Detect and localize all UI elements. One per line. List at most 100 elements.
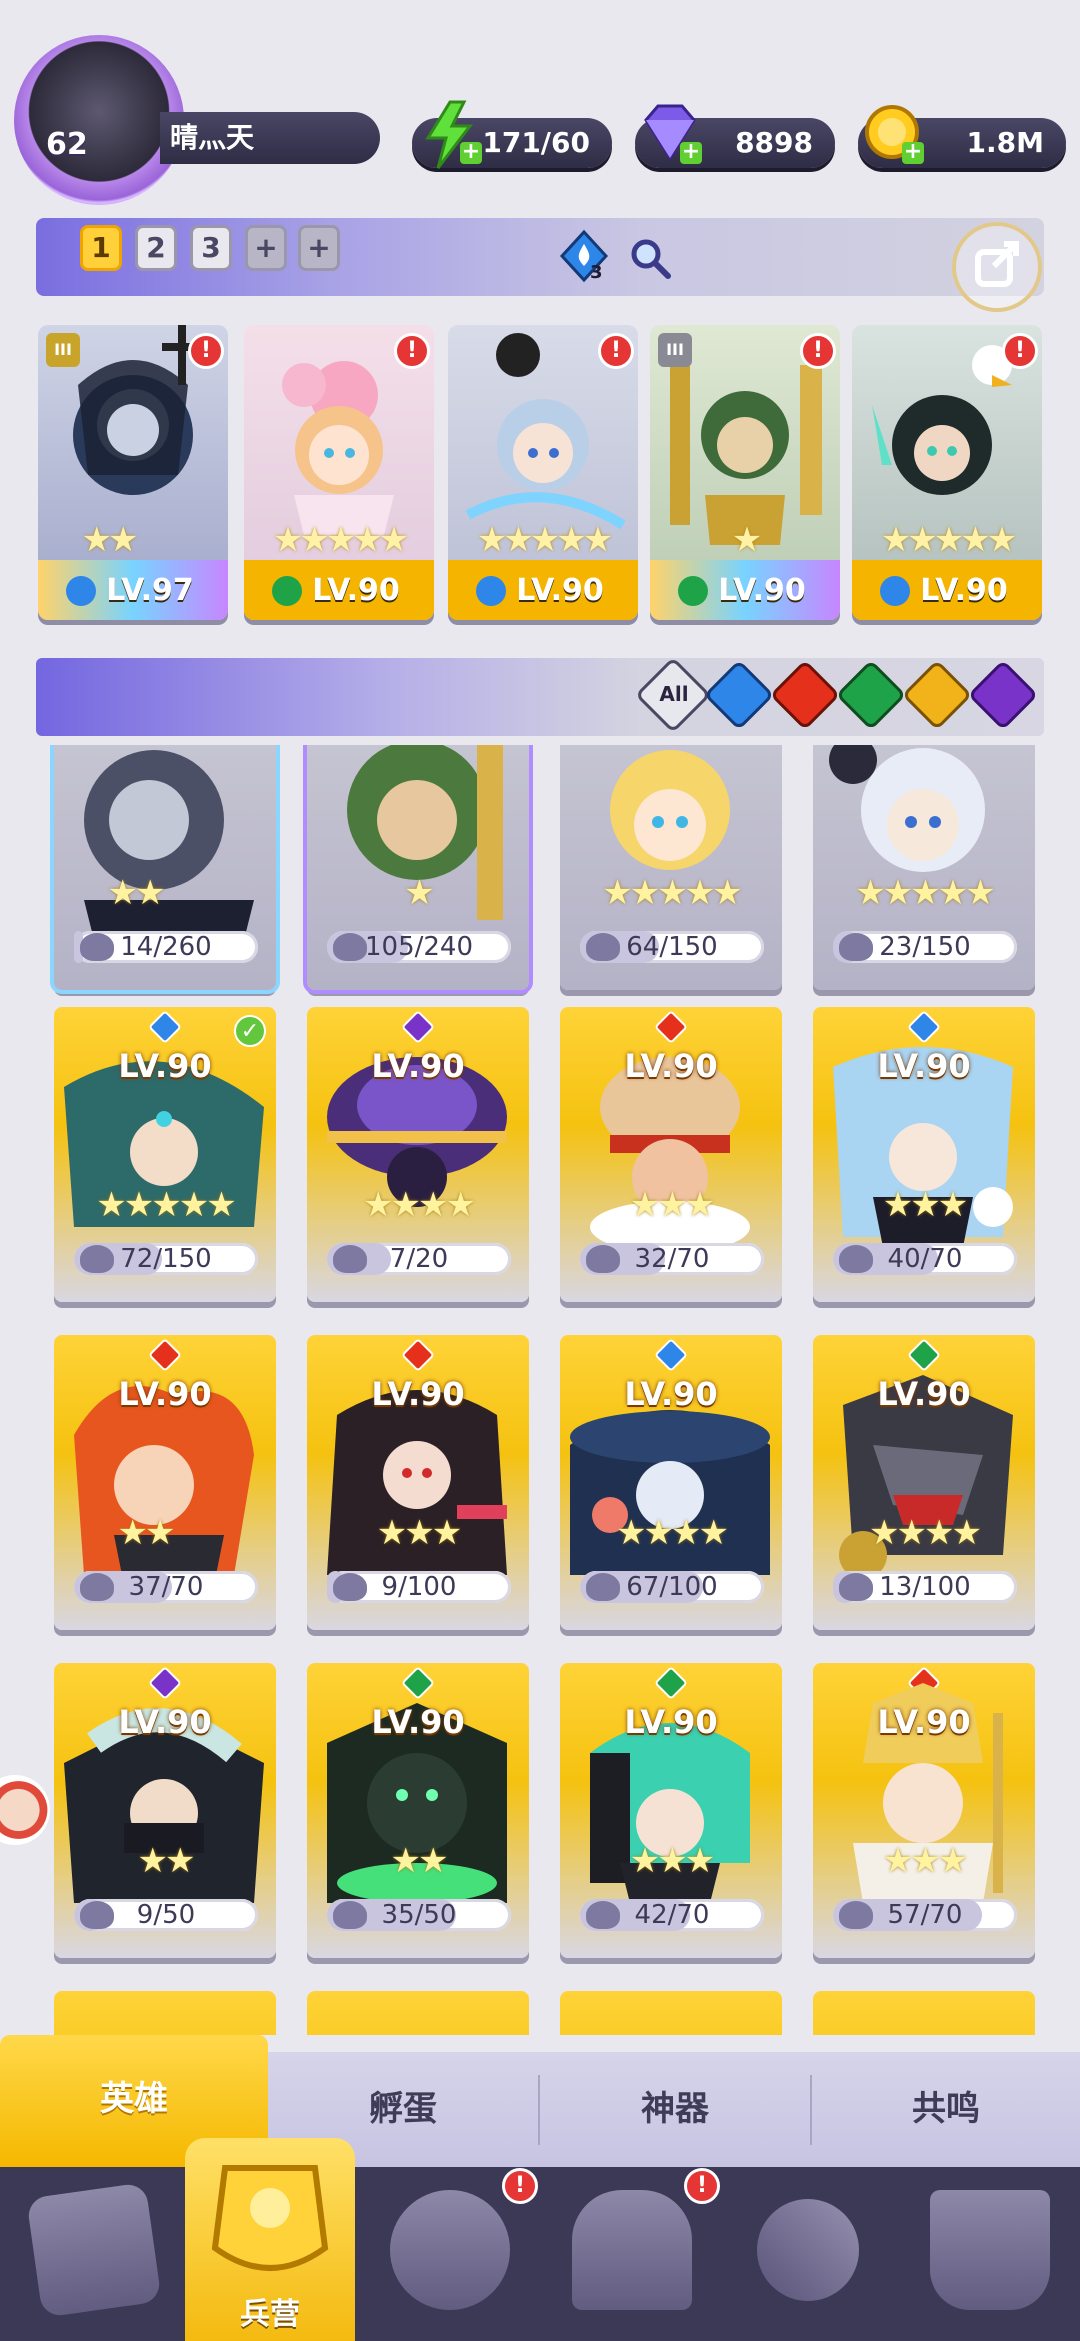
level-banner: LV.90 — [448, 560, 638, 620]
team-tab-add-1[interactable]: + — [245, 225, 287, 271]
tab-resonance[interactable]: 共鸣 — [812, 2052, 1080, 2167]
castle-nav-icon[interactable] — [572, 2190, 692, 2310]
hero-card[interactable]: ★★★★★ 23/150 — [813, 745, 1035, 990]
cards-nav-icon[interactable] — [26, 2182, 162, 2318]
shard-progress: 67/100 — [580, 1571, 764, 1603]
filter-count: 3 — [590, 262, 603, 283]
hero-card[interactable]: LV.90 ★★ 37/70 — [54, 1335, 276, 1630]
hero-card[interactable]: LV.90 ★★★ 9/100 — [307, 1335, 529, 1630]
team-tab-1[interactable]: 1 — [80, 225, 122, 271]
hero-card[interactable]: LV.90 ★★★★ 13/100 — [813, 1335, 1035, 1630]
grade-badge: III — [46, 333, 80, 367]
alert-badge: ! — [1002, 333, 1038, 369]
team-tab-bar — [36, 218, 1044, 296]
hero-level: LV.90 — [877, 1047, 971, 1085]
hero-card[interactable] — [307, 1991, 529, 2035]
shard-progress: 37/70 — [74, 1571, 258, 1603]
hero-level: LV.90 — [624, 1375, 718, 1413]
shard-progress: 42/70 — [580, 1899, 764, 1931]
filter-all-label: All — [659, 682, 689, 706]
shard-progress: 7/20 — [327, 1243, 511, 1275]
team-hero-card-1[interactable]: III ! ★★ LV.97 — [38, 325, 228, 620]
hero-level: LV.90 — [312, 573, 400, 608]
gem-add-button[interactable]: + — [680, 141, 702, 164]
hero-level: LV.90 — [718, 573, 806, 608]
hero-card[interactable]: LV.90 ★★★ 32/70 — [560, 1007, 782, 1302]
level-banner: LV.97 — [38, 560, 228, 620]
gold-add-button[interactable]: + — [902, 141, 924, 164]
shard-progress: 14/260 — [74, 931, 258, 963]
shard-progress: 9/50 — [74, 1899, 258, 1931]
shard-progress: 72/150 — [74, 1243, 258, 1275]
team-tab-3[interactable]: 3 — [190, 225, 232, 271]
hero-card[interactable] — [813, 1991, 1035, 2035]
alert-badge: ! — [188, 333, 224, 369]
level-banner: LV.90 — [650, 560, 840, 620]
barracks-nav-button[interactable]: 兵营 — [185, 2138, 355, 2341]
hero-stars: ★★ — [117, 1513, 176, 1553]
player-avatar[interactable]: 62 — [14, 35, 184, 205]
hero-card[interactable]: LV.90 ★★ 9/50 — [54, 1663, 276, 1958]
map-nav-icon[interactable] — [390, 2190, 510, 2310]
shard-progress: 64/150 — [580, 931, 764, 963]
hero-level: LV.90 — [624, 1703, 718, 1741]
energy-add-button[interactable]: + — [460, 141, 482, 164]
hero-stars: ★★ — [81, 520, 139, 560]
hero-level: LV.90 — [516, 573, 604, 608]
shard-progress: 105/240 — [327, 931, 511, 963]
map-alert-badge: ! — [502, 2168, 538, 2204]
gold-value: 1.8M — [966, 126, 1044, 159]
hero-stars: ★★★★★ — [476, 520, 613, 560]
hero-card[interactable]: LV.90 ★★★★ 67/100 — [560, 1335, 782, 1630]
shard-progress: 9/100 — [327, 1571, 511, 1603]
hero-stars: ★★ — [390, 1841, 449, 1881]
castle-alert-badge: ! — [684, 2168, 720, 2204]
hero-level: LV.90 — [118, 1375, 212, 1413]
search-icon[interactable] — [628, 236, 672, 280]
team-hero-card-3[interactable]: ! ★★★★★ LV.90 — [448, 325, 638, 620]
hero-card[interactable] — [54, 1991, 276, 2035]
team-tab-add-2[interactable]: + — [298, 225, 340, 271]
hero-level: LV.90 — [118, 1047, 212, 1085]
energy-value: 171/60 — [482, 126, 590, 159]
hero-stars: ★★ — [107, 873, 166, 913]
team-hero-card-4[interactable]: III ! ★ LV.90 — [650, 325, 840, 620]
hero-card[interactable]: ✓ LV.90 ★★★★★ 72/150 — [54, 1007, 276, 1302]
hero-stars: ★★★★ — [363, 1185, 476, 1225]
hero-stars: ★★★ — [376, 1513, 462, 1553]
barracks-nav-label: 兵营 — [240, 2297, 300, 2332]
hero-card[interactable]: LV.90 ★★★★ 7/20 — [307, 1007, 529, 1302]
team-hero-card-2[interactable]: ! ★★★★★ LV.90 — [244, 325, 434, 620]
tab-artifacts[interactable]: 神器 — [540, 2052, 810, 2167]
shard-progress: 57/70 — [833, 1899, 1017, 1931]
gem-value: 8898 — [735, 126, 813, 159]
shard-progress: 32/70 — [580, 1243, 764, 1275]
team-tab-2[interactable]: 2 — [135, 225, 177, 271]
hero-card[interactable]: ★ 105/240 — [307, 745, 529, 990]
hero-card[interactable]: ★★ 14/260 — [54, 745, 276, 990]
hero-card[interactable]: LV.90 ★★★ 40/70 — [813, 1007, 1035, 1302]
hero-level: LV.97 — [106, 573, 194, 608]
level-banner: LV.90 — [852, 560, 1042, 620]
player-level: 62 — [46, 127, 88, 162]
hero-level: LV.90 — [624, 1047, 718, 1085]
barracks-icon — [211, 2165, 329, 2271]
hero-level: LV.90 — [920, 573, 1008, 608]
team-hero-card-5[interactable]: ! ★★★★★ LV.90 — [852, 325, 1042, 620]
hero-level: LV.90 — [371, 1047, 465, 1085]
banner-nav-icon[interactable] — [930, 2190, 1050, 2310]
player-name-plate: 晴灬天 — [160, 112, 380, 164]
hero-card[interactable]: ★★★★★ 64/150 — [560, 745, 782, 990]
hero-card[interactable]: LV.90 ★★ 35/50 — [307, 1663, 529, 1958]
hero-stars: ★★ — [137, 1841, 196, 1881]
hero-stars: ★★★★★ — [96, 1185, 236, 1225]
shard-progress: 40/70 — [833, 1243, 1017, 1275]
hero-stars: ★★★★★ — [880, 520, 1017, 560]
share-button[interactable] — [952, 222, 1042, 312]
hero-card[interactable]: LV.90 ★★★ 57/70 — [813, 1663, 1035, 1958]
water-filter-icon[interactable] — [556, 228, 612, 284]
hero-stars: ★★★★★ — [272, 520, 409, 560]
hero-card[interactable]: LV.90 ★★★ 42/70 — [560, 1663, 782, 1958]
player-name: 晴灬天 — [170, 121, 255, 154]
hero-card[interactable] — [560, 1991, 782, 2035]
